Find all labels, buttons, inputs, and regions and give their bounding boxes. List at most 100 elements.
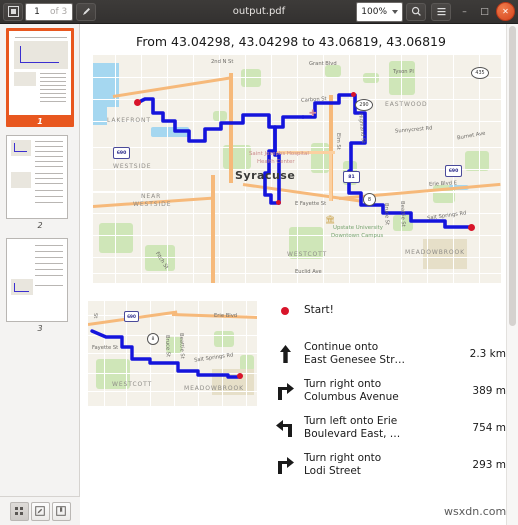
pdf-viewer-window: of 3 output.pdf 100%	[0, 0, 518, 525]
direction-text: Turn right onto Lodi Street	[304, 452, 382, 477]
map-label: E Fayette St	[295, 201, 327, 207]
direction-item[interactable]: Continue onto East Genesee Str… 2.3 km	[266, 341, 510, 367]
direction-distance: 754 m	[472, 422, 506, 434]
pencil-icon	[82, 8, 90, 15]
route-map-detail[interactable]: 690 8 Fayette St Erie Blvd Bruce St Beat…	[88, 301, 257, 406]
page-total-label: of 3	[50, 6, 68, 17]
map-label: MEADOWBROOK	[405, 249, 465, 256]
scrollbar-thumb[interactable]	[509, 26, 516, 326]
direction-item[interactable]: Turn left onto Erie Boulevard East, … 75…	[266, 415, 510, 441]
exit-marker: 8	[363, 193, 376, 206]
sidebar-toggle-icon	[7, 6, 19, 17]
maximize-button[interactable]: □	[476, 3, 493, 20]
zoom-level-label: 100%	[361, 6, 387, 17]
pdf-page-1: From 43.04298, 43.04298 to 43.06819, 43.…	[81, 24, 510, 525]
direction-item[interactable]: Turn right onto Columbus Avenue 389 m	[266, 378, 510, 404]
thumbnails-view-button[interactable]	[9, 501, 29, 521]
end-marker-detail	[237, 373, 243, 379]
map-label: EASTWOOD	[385, 101, 428, 108]
map-label: Beattie St	[399, 201, 406, 227]
direction-text: Continue onto East Genesee Str…	[304, 341, 406, 366]
annotations-view-button[interactable]	[30, 501, 50, 521]
document-view[interactable]: From 43.04298, 43.04298 to 43.06819, 43.…	[81, 24, 518, 525]
page-number-entry[interactable]: of 3	[25, 2, 74, 21]
map-label: Saint Josephs Hospital	[249, 151, 309, 157]
close-button[interactable]: ✕	[496, 2, 515, 21]
direction-text: Turn left onto Erie Boulevard East, …	[304, 415, 401, 440]
map-label: St	[92, 313, 99, 319]
end-marker	[468, 224, 475, 231]
hamburger-menu-icon	[437, 8, 445, 16]
thumbnail-image[interactable]	[6, 238, 68, 322]
direction-text: Turn right onto Columbus Avenue	[304, 378, 399, 403]
minimize-button[interactable]: –	[456, 3, 473, 20]
thumbnail-sidebar: 1 2 3	[0, 24, 80, 525]
zoom-level-select[interactable]: 100%	[356, 1, 403, 22]
landmark-icon: 🏛	[325, 215, 336, 224]
map-city-label: Syracuse	[235, 169, 296, 182]
map-label: 2nd N St	[211, 59, 234, 65]
direction-distance: 2.3 km	[469, 348, 506, 360]
map-label: Bruce St	[383, 203, 390, 226]
exit-marker-detail: 8	[147, 333, 159, 345]
titlebar-right-controls: 100% – □ ✕	[356, 1, 515, 22]
chevron-down-icon	[392, 9, 398, 14]
thumbnail-label: 3	[37, 324, 43, 333]
search-icon	[411, 6, 421, 16]
page-number-input[interactable]	[26, 6, 48, 17]
thumbnail-label: 2	[37, 221, 43, 230]
route-shield-690-west: 690	[113, 147, 130, 159]
page-title: From 43.04298, 43.04298 to 43.06819, 43.…	[136, 34, 446, 49]
map-label: Bruce St	[164, 335, 171, 358]
map-label: LAKEFRONT	[107, 117, 151, 124]
pencil-square-icon	[35, 506, 45, 516]
grid-icon	[15, 507, 23, 515]
map-label: Health Center	[257, 159, 295, 165]
map-label: WESTCOTT	[287, 251, 328, 258]
route-map-overview[interactable]: 435 290 690 690 81 8 ✚ 🏛 2nd N St Grant …	[93, 55, 501, 283]
annotate-button[interactable]	[76, 2, 97, 21]
thumbnail-page-2[interactable]: 2	[6, 135, 74, 230]
map-label: Upstate University	[333, 225, 383, 231]
map-label: Euclid Ave	[295, 269, 322, 275]
sidebar-bottom-toolbar	[0, 496, 80, 525]
direction-distance: 293 m	[472, 459, 506, 471]
turn-right-icon	[266, 378, 304, 401]
title-bar: of 3 output.pdf 100%	[0, 0, 518, 24]
map-label: NEAR	[141, 193, 162, 200]
direction-distance: 389 m	[472, 385, 506, 397]
thumbnail-page-1[interactable]: 1	[6, 28, 74, 127]
thumbnail-list[interactable]: 1 2 3	[0, 24, 80, 494]
vertical-scrollbar[interactable]	[506, 24, 518, 525]
map-label: Grant Blvd	[309, 61, 337, 67]
route-shield-690-east: 690	[445, 165, 462, 177]
sidebar-toggle-button[interactable]	[3, 2, 23, 21]
route-shield-690-detail: 690	[124, 311, 139, 322]
hospital-icon: ✚	[309, 109, 317, 119]
thumbnail-image[interactable]	[6, 135, 68, 219]
turn-left-icon	[266, 415, 304, 438]
map-label: Erie Blvd	[214, 313, 238, 319]
menu-button[interactable]	[431, 2, 451, 21]
directions-list: Start! Continue onto East Genesee Str… 2…	[266, 304, 510, 489]
map-label: Tyson Pl	[393, 69, 414, 75]
arrow-up-icon	[266, 341, 304, 364]
direction-item[interactable]: Start!	[266, 304, 510, 330]
map-label: MEADOWBROOK	[184, 385, 244, 392]
bookmark-icon	[56, 506, 66, 516]
direction-item[interactable]: Turn right onto Lodi Street 293 m	[266, 452, 510, 478]
map-label: Downtown Campus	[331, 233, 384, 239]
direction-text: Start!	[304, 304, 334, 316]
turn-right-icon	[266, 452, 304, 475]
search-button[interactable]	[406, 2, 426, 21]
outline-view-button[interactable]	[51, 501, 71, 521]
map-label: Beattie St	[178, 333, 185, 359]
map-label: Fayette St	[92, 345, 119, 351]
map-label: WESTCOTT	[112, 381, 153, 388]
map-label: WESTSIDE	[133, 201, 172, 208]
thumbnail-page-3[interactable]: 3	[6, 238, 74, 333]
route-shield-435: 435	[471, 67, 489, 79]
start-marker	[134, 99, 141, 106]
thumbnail-image[interactable]	[9, 31, 71, 115]
thumbnail-label: 1	[37, 117, 43, 126]
